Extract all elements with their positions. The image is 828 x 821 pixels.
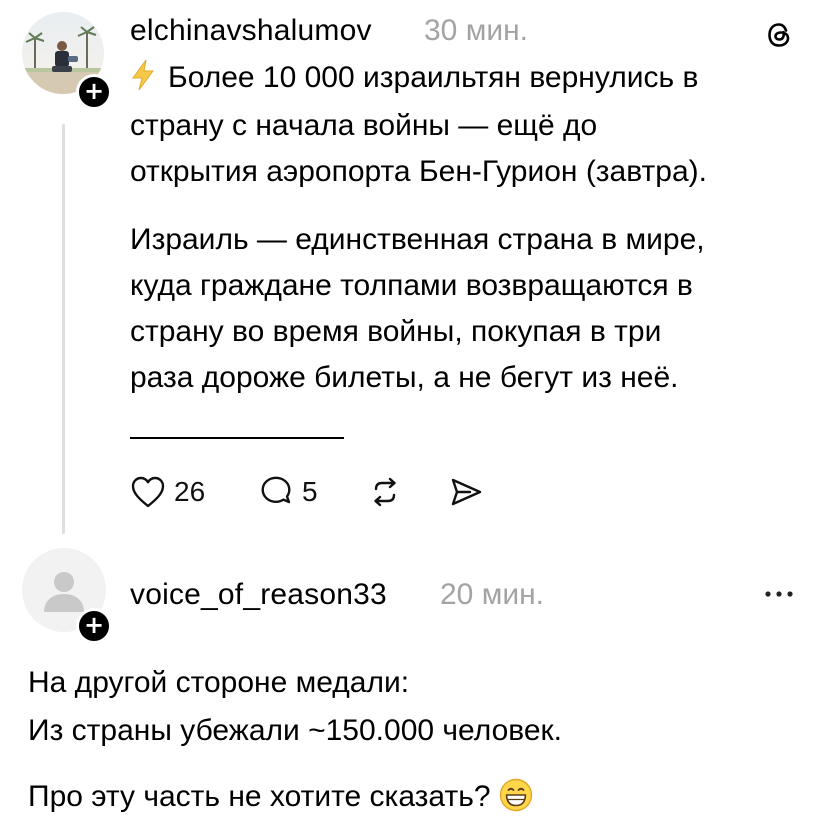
share-button[interactable] [448, 472, 484, 512]
repost-button[interactable] [368, 472, 402, 512]
reply-username[interactable]: voice_of_reason33 [130, 578, 387, 612]
thread-line [62, 124, 65, 534]
threads-logo-icon[interactable] [762, 18, 796, 52]
post-text-line: Более 10 000 израильтян вернулись в [130, 56, 810, 100]
post-text-line-5: куда граждане толпами возвращаются в [130, 269, 693, 302]
post-username[interactable]: elchinavshalumov [130, 14, 372, 48]
more-dots-icon[interactable] [762, 584, 796, 604]
comment-icon [261, 476, 291, 504]
send-icon [451, 478, 482, 506]
reply-text-line-1: На другой стороне медали: [28, 666, 410, 699]
reply-timestamp: 20 мин. [440, 578, 544, 611]
post-text-line-6: страну во время войны, покупая в три [130, 315, 662, 348]
lightning-emoji-icon [132, 59, 154, 91]
heart-icon [131, 476, 165, 508]
reply-count: 5 [302, 476, 318, 507]
reply-text-line-2: Из страны убежали ~150.000 человек. [28, 714, 562, 747]
like-count: 26 [174, 476, 206, 507]
grinning-face-emoji-icon [499, 778, 532, 812]
follow-plus-icon[interactable]: + [76, 74, 112, 110]
follow-plus-icon[interactable]: + [76, 608, 112, 644]
post-text-line-4: Израиль — единственная страна в мире, [130, 223, 705, 256]
reply-text-line-3-wrap: Про эту часть не хотите сказать? [28, 778, 533, 814]
reply-button[interactable]: 5 [258, 472, 318, 512]
post-text-line-3: открытия аэропорта Бен-Гурион (завтра). [130, 155, 707, 188]
post-timestamp: 30 мин. [424, 14, 528, 47]
repost-icon [374, 477, 396, 507]
post-text-line-1: Более 10 000 израильтян вернулись в [168, 61, 699, 94]
post-text-line-2: страну с начала войны — ещё до [130, 109, 598, 142]
like-button[interactable]: 26 [130, 472, 205, 512]
reply-text-line-3: Про эту часть не хотите сказать? [28, 780, 491, 813]
post-text-line-7: раза дороже билеты, а не бегут из неё. [130, 361, 679, 394]
divider [130, 437, 344, 439]
